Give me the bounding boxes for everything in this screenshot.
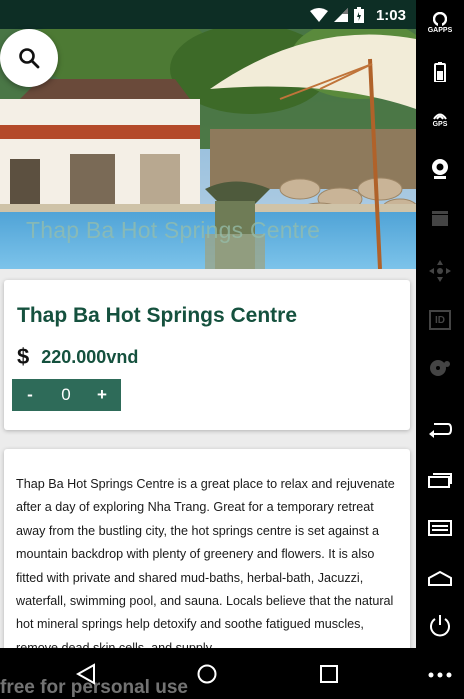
id-label: ID — [435, 314, 445, 326]
gapps-icon — [433, 12, 447, 26]
description-card: Thap Ba Hot Springs Centre is a great pl… — [4, 449, 410, 648]
menu-icon — [428, 520, 452, 536]
recents-button[interactable] — [416, 472, 464, 488]
disk-icon — [430, 360, 450, 376]
home-icon — [428, 570, 452, 586]
gapps-label: GAPPS — [427, 27, 453, 34]
increase-button[interactable]: + — [84, 385, 120, 405]
recents-icon — [428, 473, 452, 488]
more-dots-icon — [428, 672, 452, 678]
product-card: Thap Ba Hot Springs Centre $ 220.000vnd … — [4, 280, 410, 430]
gps-label: GPS — [432, 121, 448, 128]
media-button[interactable] — [416, 210, 464, 226]
camera-button[interactable] — [416, 158, 464, 180]
decrease-button[interactable]: - — [12, 385, 48, 405]
menu-button[interactable] — [416, 520, 464, 536]
power-icon — [430, 615, 450, 637]
disk-button[interactable] — [416, 358, 464, 378]
battery-icon — [353, 7, 364, 23]
product-title: Thap Ba Hot Springs Centre — [17, 304, 298, 327]
webcam-icon — [432, 159, 448, 179]
app-screen: 1:03 Thap Ba Hot Springs Centre Thap Ba … — [0, 0, 416, 648]
id-icon: ID — [429, 310, 451, 330]
currency-symbol: $ — [17, 344, 30, 369]
more-button[interactable] — [416, 672, 464, 678]
wifi-icon — [309, 8, 328, 22]
status-bar: 1:03 — [0, 0, 416, 29]
home-circle-icon — [197, 664, 217, 684]
description-text: Thap Ba Hot Springs Centre is a great pl… — [16, 477, 395, 648]
search-button[interactable] — [0, 29, 58, 87]
watermark-text: free for personal use — [0, 677, 188, 698]
battery-button[interactable] — [416, 62, 464, 82]
search-icon — [19, 48, 40, 69]
clapperboard-icon — [432, 211, 448, 226]
gps-button[interactable]: GPS — [416, 110, 464, 128]
battery-icon — [434, 62, 446, 82]
home-button[interactable] — [416, 570, 464, 586]
dpad-button[interactable] — [416, 260, 464, 282]
navigation-bar: free for personal use — [0, 648, 416, 699]
nav-home-button[interactable] — [193, 660, 221, 688]
gapps-button[interactable]: GAPPS — [416, 12, 464, 34]
quantity-value: 0 — [61, 385, 71, 404]
nav-recents-button[interactable] — [315, 660, 343, 688]
emulator-sidebar: GAPPS GPS ID — [416, 0, 464, 699]
gps-signal-icon — [433, 113, 447, 120]
recents-square-icon — [320, 665, 338, 683]
power-button[interactable] — [416, 614, 464, 638]
product-price: 220.000vnd — [41, 346, 139, 367]
device-id-button[interactable]: ID — [416, 310, 464, 330]
signal-icon — [333, 8, 348, 22]
status-time: 1:03 — [375, 6, 406, 24]
back-button[interactable] — [416, 420, 464, 438]
quantity-stepper: - 0 + — [12, 379, 121, 411]
hero-image: Thap Ba Hot Springs Centre — [0, 29, 416, 269]
price-row: $ 220.000vnd — [17, 344, 138, 370]
back-arrow-icon — [429, 423, 452, 438]
dpad-icon — [429, 260, 451, 282]
hero-overlay-title: Thap Ba Hot Springs Centre — [26, 217, 321, 243]
